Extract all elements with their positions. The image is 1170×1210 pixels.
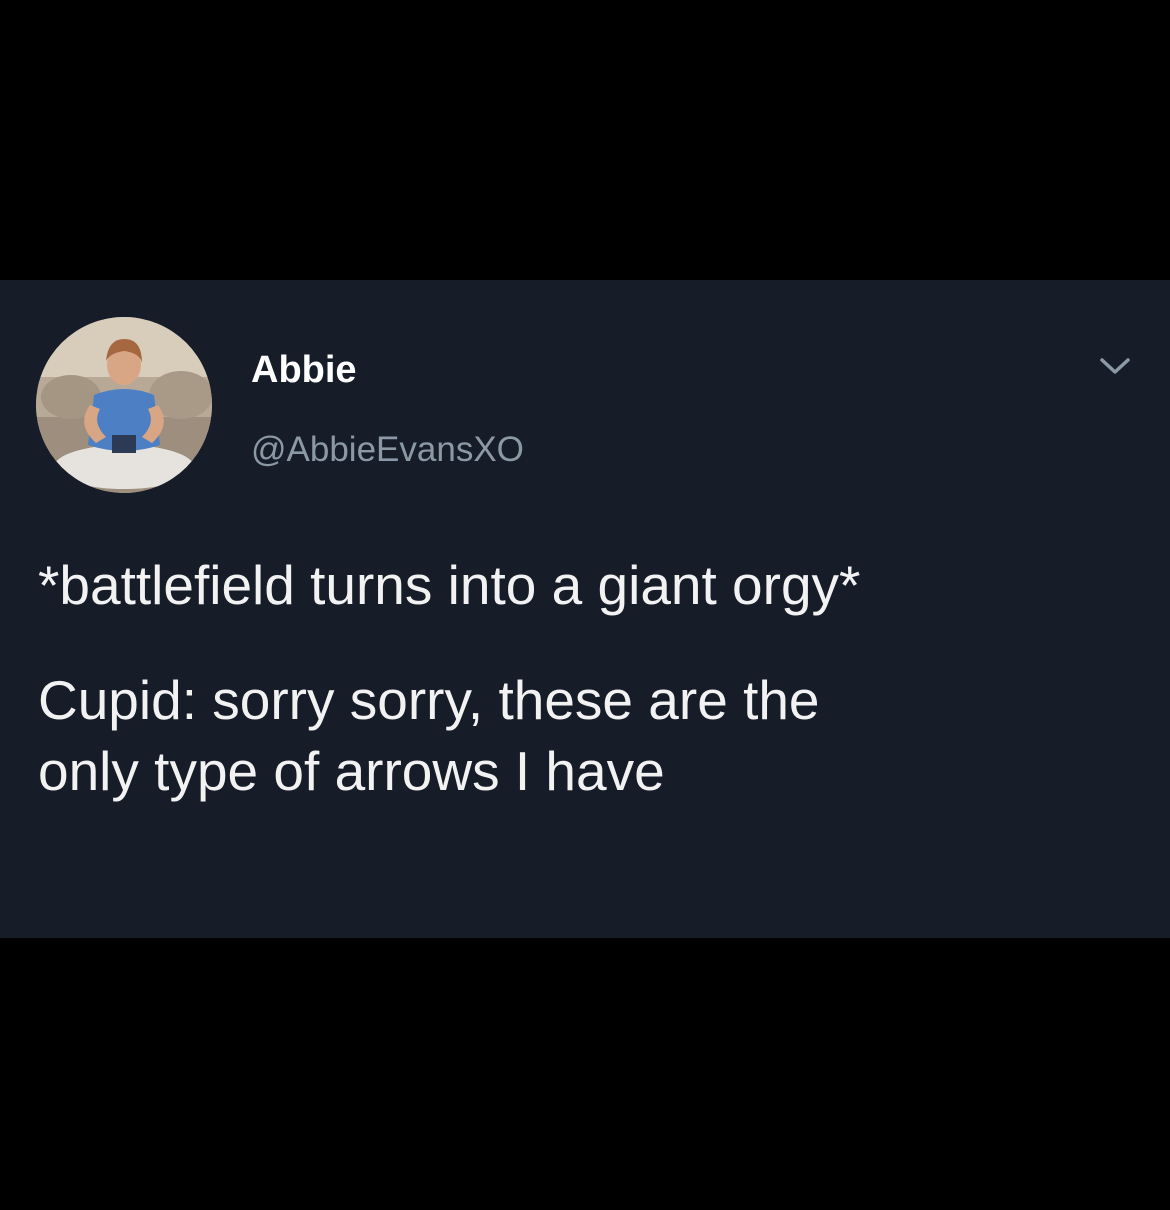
chevron-down-icon[interactable] bbox=[1098, 354, 1132, 378]
display-name[interactable]: Abbie bbox=[251, 348, 357, 392]
tweet-text-line: Cupid: sorry sorry, these are the bbox=[38, 669, 820, 731]
tweet-text-line: *battlefield turns into a giant orgy* bbox=[38, 554, 861, 616]
letterbox-top bbox=[0, 0, 1170, 280]
avatar[interactable] bbox=[36, 317, 212, 493]
tweet-card[interactable]: Abbie @AbbieEvansXO *battlefield turns i… bbox=[0, 280, 1170, 938]
tweet-text-line: only type of arrows I have bbox=[38, 740, 665, 802]
tweet-text: *battlefield turns into a giant orgy* Cu… bbox=[38, 550, 1148, 807]
user-handle[interactable]: @AbbieEvansXO bbox=[251, 428, 524, 472]
letterbox-bottom bbox=[0, 938, 1170, 1210]
